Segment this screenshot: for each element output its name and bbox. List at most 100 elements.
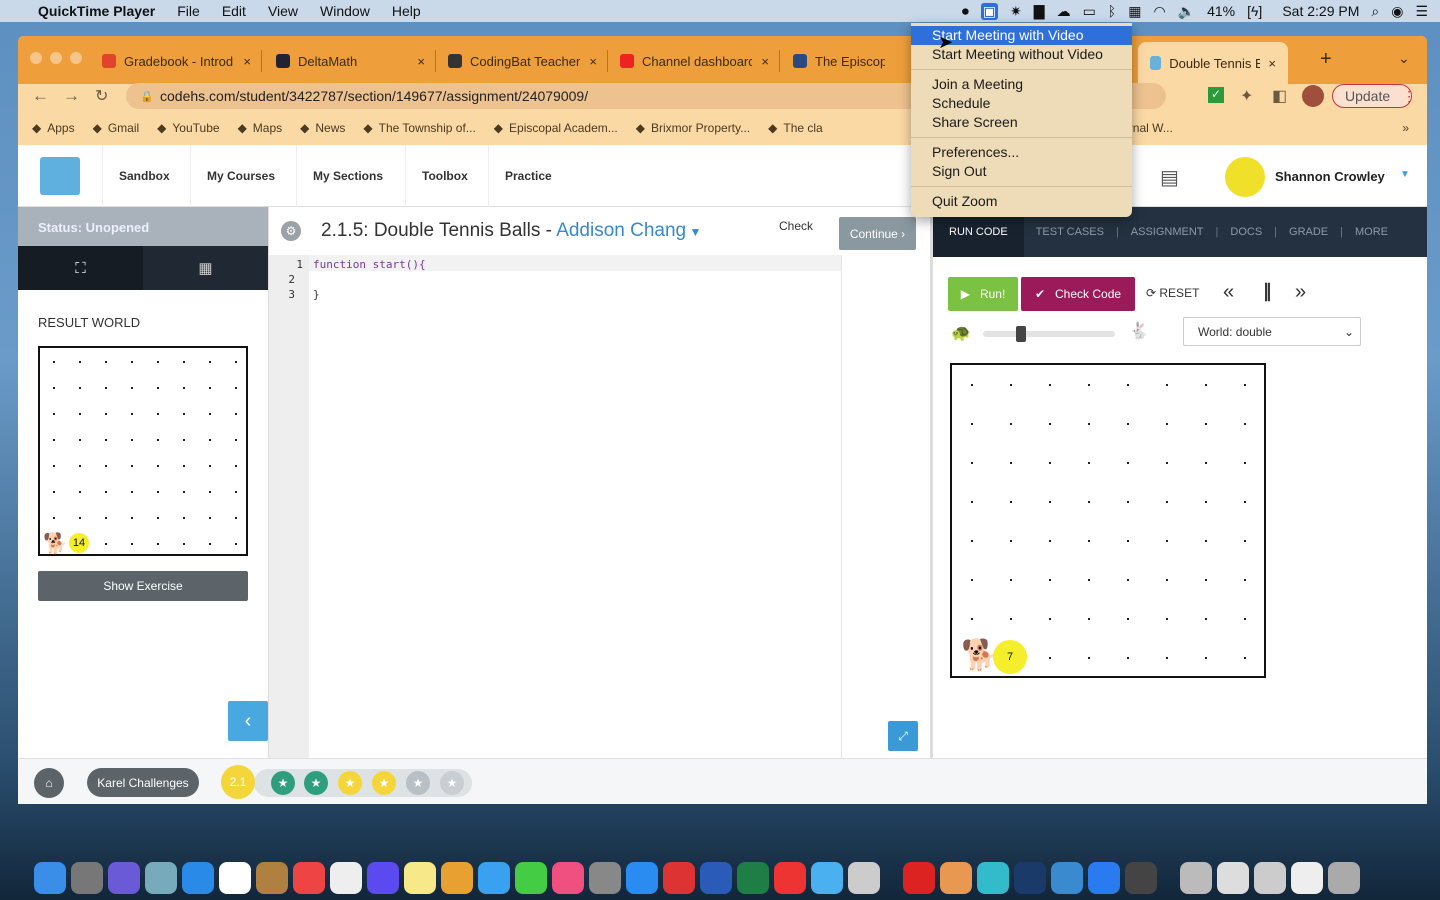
run-panel-tab[interactable]: DOCS <box>1218 226 1274 238</box>
bluetooth-icon[interactable]: ᛒ <box>1108 3 1116 19</box>
menu-sign-out[interactable]: Sign Out <box>911 162 1132 181</box>
spotlight-icon[interactable]: ⌕ <box>1371 3 1379 20</box>
dock-app-icon[interactable] <box>1088 861 1120 894</box>
collapse-panel-button[interactable]: ‹ <box>228 701 268 741</box>
bookmark[interactable]: ◆ Brixmor Property... <box>636 121 750 135</box>
dock-app-icon[interactable] <box>774 861 806 894</box>
record-icon[interactable]: ⏺ <box>962 3 969 20</box>
dock-app-icon[interactable] <box>848 861 880 894</box>
dock-app-icon[interactable] <box>1125 861 1157 894</box>
menu-app[interactable]: QuickTime Player <box>38 3 155 19</box>
pause-icon[interactable]: ∥ <box>1263 281 1272 302</box>
check-code-button[interactable]: ✔ Check Code <box>1021 277 1135 311</box>
run-panel-tab[interactable]: GRADE <box>1277 226 1340 238</box>
menu-join-meeting[interactable]: Join a Meeting <box>911 75 1132 94</box>
dock-app-icon[interactable] <box>663 861 695 894</box>
menu-quit-zoom[interactable]: Quit Zoom <box>911 192 1132 211</box>
dock-app-icon[interactable] <box>219 861 251 894</box>
run-panel-tab[interactable]: MORE <box>1343 226 1400 238</box>
dock-app-icon[interactable] <box>1014 861 1046 894</box>
dock-app-icon[interactable] <box>1180 861 1212 894</box>
gear-icon[interactable]: ✷ <box>1010 3 1022 20</box>
show-exercise-button[interactable]: Show Exercise <box>38 571 248 601</box>
rewind-icon[interactable]: « <box>1223 281 1234 304</box>
nav-item[interactable]: Toolbox <box>405 145 484 207</box>
checkmark-extension-icon[interactable]: ✓ <box>1208 87 1224 103</box>
menu-help[interactable]: Help <box>392 3 421 19</box>
close-tab-icon[interactable]: × <box>589 54 597 69</box>
dock-app-icon[interactable] <box>182 861 214 894</box>
breadcrumb-karel-challenges[interactable]: Karel Challenges <box>87 768 199 797</box>
dock-app-icon[interactable] <box>1217 861 1249 894</box>
progress-star-complete[interactable]: ★ <box>304 771 328 795</box>
close-tab-icon[interactable]: × <box>417 54 425 69</box>
run-panel-tab[interactable]: TEST CASES <box>1024 226 1116 238</box>
progress-star-unopened[interactable]: ★ <box>406 771 430 795</box>
airplay-icon[interactable]: ▭ <box>1083 3 1096 20</box>
back-icon[interactable]: ← <box>32 86 49 106</box>
maximize-window-button[interactable] <box>70 52 82 64</box>
menu-schedule[interactable]: Schedule <box>911 94 1132 113</box>
continue-button[interactable]: Continue › <box>839 217 916 250</box>
siri-icon[interactable]: ◉ <box>1391 3 1403 20</box>
dock-app-icon[interactable] <box>1051 861 1083 894</box>
lesson-badge[interactable]: 2.1 <box>221 765 255 799</box>
progress-star-in-progress[interactable]: ★ <box>338 771 362 795</box>
home-button[interactable]: ⌂ <box>34 768 64 798</box>
code-area[interactable]: function start(){} <box>313 255 426 302</box>
settings-icon[interactable]: ⚙ <box>281 221 301 241</box>
check-label[interactable]: Check <box>779 219 813 233</box>
reset-button[interactable]: ⟳ RESET <box>1146 286 1199 300</box>
dock-app-icon[interactable] <box>552 861 584 894</box>
speed-slider-handle[interactable] <box>1016 326 1026 342</box>
progress-star-in-progress[interactable]: ★ <box>372 771 396 795</box>
speed-slider[interactable] <box>983 326 1115 342</box>
dock-app-icon[interactable] <box>441 861 473 894</box>
chevron-down-icon[interactable]: ⌄ <box>1398 50 1410 67</box>
clock[interactable]: Sat 2:29 PM <box>1282 3 1359 19</box>
user-avatar[interactable] <box>1225 157 1265 197</box>
map-tab[interactable]: ⛶ <box>18 246 143 290</box>
progress-star-unopened[interactable]: ★ <box>440 771 464 795</box>
nav-item[interactable]: My Courses <box>190 145 291 207</box>
run-button[interactable]: ▶ Run! <box>948 277 1018 311</box>
dock-app-icon[interactable] <box>977 861 1009 894</box>
dock-app-icon[interactable] <box>940 861 972 894</box>
browser-tab[interactable]: Double Tennis Balls × <box>1138 42 1288 84</box>
dock-app-icon[interactable] <box>330 861 362 894</box>
world-select[interactable]: World: double ⌄ <box>1183 317 1361 346</box>
minimize-window-button[interactable] <box>50 52 62 64</box>
sidebar-icon[interactable]: ◧ <box>1272 86 1287 106</box>
browser-tab[interactable]: Gradebook - Introd × <box>102 50 262 72</box>
close-window-button[interactable] <box>30 52 42 64</box>
menu-window[interactable]: Window <box>320 3 370 19</box>
dock-app-icon[interactable] <box>700 861 732 894</box>
bookmark[interactable]: ◆ The Township of... <box>363 121 475 135</box>
bookmark[interactable]: ◆ Episcopal Academ... <box>494 121 618 135</box>
update-button[interactable]: Update ⋮ <box>1332 84 1416 108</box>
close-tab-icon[interactable]: × <box>243 54 251 69</box>
new-tab-icon[interactable]: + <box>1320 48 1332 71</box>
dock-app-icon[interactable] <box>1254 861 1286 894</box>
browser-tab[interactable]: DeltaMath × <box>276 50 436 72</box>
bookmark[interactable]: ◆ The cla <box>768 121 823 135</box>
notifications-icon[interactable]: ▤ <box>1160 165 1179 190</box>
creative-cloud-icon[interactable]: ☁ <box>1057 3 1071 20</box>
dock-app-icon[interactable] <box>515 861 547 894</box>
folder-icon[interactable]: ▇ <box>1034 3 1045 20</box>
browser-tab[interactable]: CodingBat Teacher × <box>448 50 608 72</box>
dock-app-icon[interactable] <box>1328 861 1360 894</box>
dock-app-icon[interactable] <box>293 861 325 894</box>
close-tab-icon[interactable]: × <box>761 54 769 69</box>
menu-preferences[interactable]: Preferences... <box>911 143 1132 162</box>
dock-app-icon[interactable] <box>737 861 769 894</box>
dock-app-icon[interactable] <box>256 861 288 894</box>
menu-file[interactable]: File <box>177 3 200 19</box>
menu-edit[interactable]: Edit <box>222 3 246 19</box>
dock-app-icon[interactable] <box>589 861 621 894</box>
user-dropdown-icon[interactable]: ▼ <box>1400 169 1410 180</box>
battery-icon[interactable]: [ϟ] <box>1247 3 1262 19</box>
forward-icon[interactable]: → <box>63 86 80 106</box>
browser-tab[interactable]: Channel dashboard × <box>620 50 780 72</box>
calendar-tab[interactable]: ▦ <box>143 246 268 290</box>
